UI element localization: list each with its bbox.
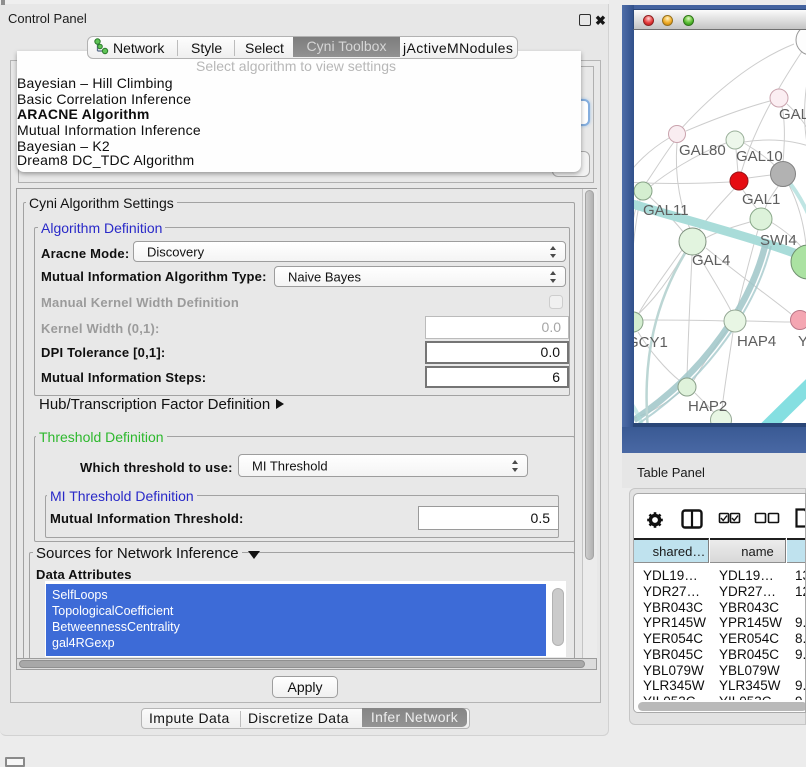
svg-text:GAL11: GAL11 — [643, 202, 689, 219]
svg-text:GAL: GAL — [779, 106, 806, 123]
svg-text:GAL80: GAL80 — [679, 142, 726, 159]
svg-text:GCY1: GCY1 — [634, 334, 668, 351]
svg-text:SWI4: SWI4 — [760, 232, 797, 249]
svg-text:Y: Y — [798, 333, 806, 350]
svg-text:GAL4: GAL4 — [692, 252, 730, 269]
svg-text:HAP4: HAP4 — [737, 333, 776, 350]
svg-text:HAP2: HAP2 — [688, 398, 727, 415]
svg-text:GAL10: GAL10 — [736, 148, 783, 165]
svg-text:GAL1: GAL1 — [742, 191, 780, 208]
